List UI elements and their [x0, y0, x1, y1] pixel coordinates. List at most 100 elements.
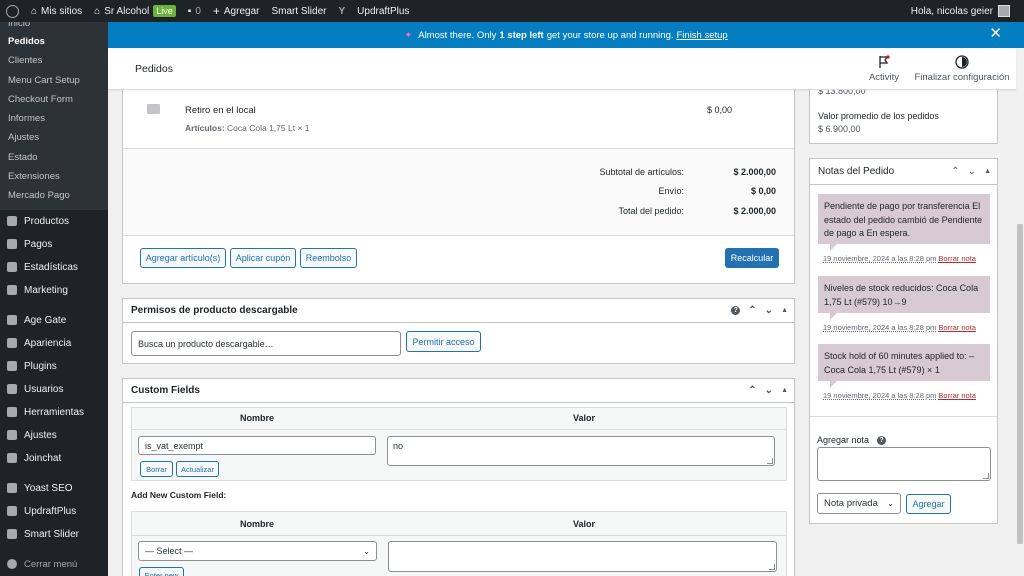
- chevron-down-icon[interactable]: ⌄: [765, 385, 773, 396]
- sidebar-item-age-gate[interactable]: Age Gate: [0, 309, 108, 332]
- wordpress-logo-menu[interactable]: [0, 0, 25, 22]
- sidebar-item-label: Age Gate: [24, 314, 67, 326]
- submenu-item-ajustes[interactable]: Ajustes: [0, 128, 108, 147]
- delete-note-link[interactable]: Borrar nota: [938, 323, 976, 332]
- sidebar-item-marketing[interactable]: Marketing: [0, 279, 108, 302]
- site-name-menu[interactable]: ⌂ Sr Alcohol Live: [88, 0, 182, 22]
- sidebar-item-cerrar-menu[interactable]: Cerrar menú: [0, 553, 108, 576]
- chevron-up-icon[interactable]: ⌃: [748, 305, 756, 316]
- help-icon[interactable]: ?: [731, 306, 741, 315]
- custom-field-key-input[interactable]: is_vat_exempt: [138, 436, 376, 455]
- new-custom-field-table: Nombre Valor — Select — ⌄ Enter new: [131, 511, 787, 576]
- delete-note-link[interactable]: Borrar nota: [938, 254, 976, 263]
- enter-new-button[interactable]: Enter new: [139, 567, 184, 576]
- help-icon[interactable]: ?: [877, 435, 887, 445]
- submenu-item-informes[interactable]: Informes: [0, 109, 108, 128]
- note-meta: 19 noviembre, 2024 a las 8:28 pm Borrar n…: [823, 391, 976, 400]
- table-row: is_vat_exempt no Borrar Actualizar: [132, 429, 786, 480]
- sidebar-item-joinchat[interactable]: Joinchat: [0, 447, 108, 470]
- comments-menu[interactable]: ▪ 0: [182, 0, 207, 22]
- custom-fields-panel: Custom Fields ⌃ ⌄ ▲ Nombre Valor is_vat_…: [122, 378, 795, 576]
- sidebar-item-pagos[interactable]: Pagos: [0, 233, 108, 256]
- toggle-panel-icon[interactable]: ▲: [781, 307, 788, 314]
- new-custom-field-value-textarea[interactable]: [388, 541, 777, 572]
- party-icon: ✦: [404, 29, 413, 41]
- sidebar-item-apariencia[interactable]: Apariencia: [0, 332, 108, 355]
- delete-field-button[interactable]: Borrar: [140, 461, 173, 477]
- panel-header: Notas del Pedido ⌃ ⌄ ▲: [810, 159, 997, 185]
- recalculate-button[interactable]: Recalcular: [725, 248, 779, 268]
- sidebar-item-label: Plugins: [24, 360, 57, 372]
- sidebar-item-herramientas[interactable]: Herramientas: [0, 401, 108, 424]
- chevron-down-icon[interactable]: ⌄: [765, 305, 773, 316]
- grant-access-button[interactable]: Permitir acceso: [406, 331, 481, 352]
- menu-separator: [0, 302, 108, 309]
- submenu-item-estado[interactable]: Estado: [0, 148, 108, 167]
- refund-button[interactable]: Reembolso: [300, 248, 357, 268]
- avg-order-value: $ 6.900,00: [818, 124, 861, 134]
- downloadable-product-search[interactable]: Busca un producto descargable…: [131, 331, 401, 356]
- update-field-button[interactable]: Actualizar: [176, 461, 219, 477]
- toggle-panel-icon[interactable]: ▲: [781, 387, 788, 394]
- submenu-item-mercado-pago[interactable]: Mercado Pago: [0, 186, 108, 205]
- add-item-button[interactable]: Agregar artículo(s): [140, 248, 226, 268]
- finish-setup-link[interactable]: Finish setup: [677, 30, 728, 41]
- new-content-menu[interactable]: + Agregar: [207, 0, 266, 22]
- add-note-button[interactable]: Agregar: [906, 494, 951, 514]
- scrollbar-thumb[interactable]: [1017, 224, 1023, 544]
- submenu-item-extensiones[interactable]: Extensiones: [0, 167, 108, 186]
- live-badge: Live: [153, 5, 176, 17]
- shipping-cost: $ 0,00: [707, 105, 733, 115]
- sidebar-item-productos[interactable]: Productos: [0, 210, 108, 233]
- setup-notice: ✦ Almost there. Only 1 step left get you…: [108, 22, 1024, 48]
- my-sites-menu[interactable]: ⌂ Mis sitios: [25, 0, 88, 22]
- order-note: Stock hold of 60 minutes applied to: – C…: [818, 344, 990, 388]
- sidebar-item-ajustes[interactable]: Ajustes: [0, 424, 108, 447]
- sidebar-item-label: Joinchat: [24, 452, 62, 464]
- resize-handle[interactable]: [769, 564, 775, 570]
- payments-icon: [7, 239, 17, 250]
- submenu-item-menu-cart-setup[interactable]: Menu Cart Setup: [0, 71, 108, 90]
- toggle-panel-icon[interactable]: ▲: [984, 168, 991, 175]
- panel-title: Custom Fields: [131, 385, 200, 396]
- submenu-item-inicio[interactable]: Inicio: [0, 22, 108, 32]
- lock-icon: [7, 315, 17, 326]
- chevron-down-icon[interactable]: ⌄: [968, 166, 976, 177]
- admin-menu: Productos Pagos Estadísticas Marketing Age G…: [0, 210, 108, 576]
- collapse-icon: [7, 559, 17, 570]
- admin-bar: ⌂ Mis sitios ⌂ Sr Alcohol Live ▪ 0 + Agr…: [0, 0, 1024, 22]
- delete-note-link[interactable]: Borrar nota: [938, 391, 976, 400]
- sidebar-item-plugins[interactable]: Plugins: [0, 355, 108, 378]
- updraftplus-menu[interactable]: UpdraftPlus: [351, 0, 415, 22]
- sidebar-item-yoast-seo[interactable]: Yoast SEO: [0, 477, 108, 500]
- close-icon[interactable]: ✕: [989, 26, 1002, 42]
- page-scrollbar[interactable]: [1016, 48, 1024, 576]
- submenu-item-pedidos[interactable]: Pedidos: [0, 32, 108, 51]
- sidebar-item-label: Ajustes: [24, 429, 57, 441]
- yoast-icon: [7, 483, 17, 494]
- custom-field-value-textarea[interactable]: no: [387, 436, 775, 466]
- panel-header: Permisos de producto descargable ? ⌃ ⌄ ▲: [123, 299, 794, 323]
- activity-button[interactable]: Activity: [860, 55, 908, 83]
- add-note-textarea[interactable]: [817, 447, 991, 481]
- sidebar-item-updraftplus[interactable]: UpdraftPlus: [0, 500, 108, 523]
- yoast-menu[interactable]: Y: [332, 0, 351, 22]
- brush-icon: [7, 338, 17, 349]
- sidebar-item-estadisticas[interactable]: Estadísticas: [0, 256, 108, 279]
- account-menu[interactable]: Hola, nicolas geier: [911, 5, 1024, 17]
- users-icon: [7, 384, 17, 395]
- sidebar-item-smart-slider[interactable]: Smart Slider: [0, 523, 108, 546]
- submenu-item-clientes[interactable]: Clientes: [0, 51, 108, 70]
- note-type-select[interactable]: Nota privada ⌄: [817, 493, 901, 514]
- chevron-up-icon[interactable]: ⌃: [951, 166, 959, 177]
- apply-coupon-button[interactable]: Aplicar cupón: [230, 248, 296, 268]
- column-header-name: Nombre: [239, 519, 274, 529]
- sidebar-item-usuarios[interactable]: Usuarios: [0, 378, 108, 401]
- submenu-item-checkout-form[interactable]: Checkout Form: [0, 90, 108, 109]
- smart-slider-menu[interactable]: Smart Slider: [265, 0, 332, 22]
- resize-handle[interactable]: [983, 473, 989, 479]
- chevron-up-icon[interactable]: ⌃: [748, 385, 756, 396]
- custom-field-key-select[interactable]: — Select — ⌄: [138, 541, 377, 561]
- resize-handle[interactable]: [767, 458, 773, 464]
- finish-setup-button[interactable]: Finalizar configuración: [912, 55, 1012, 83]
